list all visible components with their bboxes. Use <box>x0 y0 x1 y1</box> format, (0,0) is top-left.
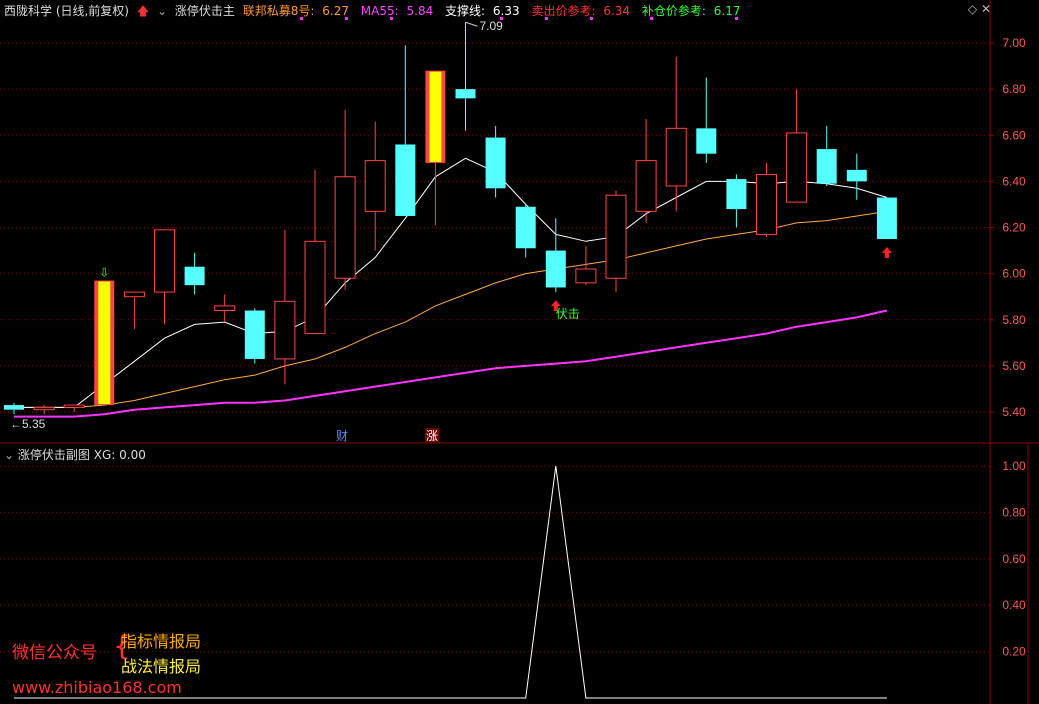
chart-canvas[interactable]: 7.00 6.80 6.60 6.40 6.20 6.00 5.80 5.60 5.40 1.00… <box>0 0 1039 704</box>
watermark-line1: 指标情报局 <box>121 632 202 651</box>
wechat-label: 微信公众号 <box>12 643 97 663</box>
candle-body-down <box>876 197 897 240</box>
main-tick-label: 6.40 <box>1002 174 1026 188</box>
header-item-0: 联邦私募8号: 6.27 <box>242 4 349 18</box>
limit-up-candle-body <box>98 281 111 405</box>
candle-body-up <box>33 406 55 411</box>
candle-body-down <box>244 310 265 359</box>
sub-chart-header: ⌄ 涨停伏击副图 XG: 0.00 <box>4 446 146 463</box>
sub-tick-label: 0.20 <box>1002 645 1026 659</box>
sub-tick-label: 0.80 <box>1002 505 1026 519</box>
main-indicator-name[interactable]: 涨停伏击主 <box>175 4 235 18</box>
candle-body-up <box>575 268 597 284</box>
stock-title[interactable]: 西陇科学 (日线,前复权) <box>4 4 129 18</box>
up-arrow-icon <box>881 247 892 259</box>
candle-body-down <box>184 266 205 286</box>
candle-body-down <box>846 169 867 182</box>
candle-body-up <box>665 127 687 187</box>
high-pointer <box>465 21 478 27</box>
header-item-2: 支撑线: 6.33 <box>445 4 520 18</box>
main-tick-label: 7.00 <box>1002 36 1026 50</box>
main-chart-header: 西陇科学 (日线,前复权) 🡅 ⌄ 涨停伏击主 联邦私募8号: 6.27 MA5… <box>4 2 748 18</box>
header-item-4: 补仓价参考: 6.17 <box>641 4 741 18</box>
limit-up-candle-body <box>429 71 442 162</box>
badge-zhang: 涨 <box>426 428 438 443</box>
candle-body-up <box>364 160 386 212</box>
candle-body-down <box>485 137 506 189</box>
candle-body-up <box>304 240 326 335</box>
header-item-1: MA55: 5.84 <box>360 4 434 18</box>
diamond-icon[interactable]: ◇ <box>968 2 977 16</box>
main-tick-label: 6.20 <box>1002 221 1026 235</box>
candle-body-down <box>4 405 24 410</box>
signal-label: 伏击 <box>556 307 580 321</box>
candle-body-up <box>274 300 296 360</box>
candle-body-down <box>726 179 747 210</box>
candle-body-down <box>455 89 476 99</box>
sub-tick-label: 0.40 <box>1002 598 1026 612</box>
candle-body-down <box>696 128 717 154</box>
main-tick-label: 6.00 <box>1002 267 1026 281</box>
main-tick-label: 5.80 <box>1002 313 1026 327</box>
candle-body-up <box>63 404 85 408</box>
down-arrow-icon: ⇩ <box>99 266 109 280</box>
candle-body-up <box>605 194 627 279</box>
watermark-line2: 战法情报局 <box>121 657 202 676</box>
candle-body-up <box>635 160 657 212</box>
up-arrow-icon: 🡅 <box>136 4 150 18</box>
badge-cai: 财 <box>336 429 348 443</box>
candle-body-down <box>515 206 536 249</box>
candle-body-down <box>395 144 416 216</box>
watermark-url: www.zhibiao168.com <box>12 678 182 697</box>
ma55-line <box>14 309 888 418</box>
candle-body-up <box>154 229 175 293</box>
xg-label: XG: <box>93 448 116 462</box>
window-controls: ◇ ✕ <box>968 2 991 16</box>
ma-orange-line <box>14 210 887 408</box>
sub-indicator-name[interactable]: 涨停伏击副图 <box>18 448 90 462</box>
header-item-3: 卖出价参考: 6.34 <box>531 4 631 18</box>
high-label: 7.09 <box>480 19 504 33</box>
main-tick-label: 6.60 <box>1002 128 1026 142</box>
candle-body-up <box>756 173 777 235</box>
main-tick-label: 6.80 <box>1002 82 1026 96</box>
candle-body-up <box>334 176 356 279</box>
ma-white-line <box>14 157 888 408</box>
candle-body-down <box>816 149 837 184</box>
candle-body-up <box>214 305 236 312</box>
candle-body-up <box>786 132 808 203</box>
sub-tick-label: 0.60 <box>1002 552 1026 566</box>
main-tick-label: 5.60 <box>1002 359 1026 373</box>
sub-tick-label: 1.00 <box>1002 459 1026 473</box>
low-label: ←5.35 <box>10 417 46 431</box>
sub-indicator-menu-icon[interactable]: ⌄ <box>4 448 14 462</box>
indicator-menu-icon[interactable]: ⌄ <box>157 4 167 18</box>
close-icon[interactable]: ✕ <box>981 2 991 16</box>
main-tick-label: 5.40 <box>1002 405 1026 419</box>
candle-body-up <box>123 291 145 298</box>
candle-body-down <box>545 250 566 288</box>
xg-value: 0.00 <box>119 448 146 462</box>
